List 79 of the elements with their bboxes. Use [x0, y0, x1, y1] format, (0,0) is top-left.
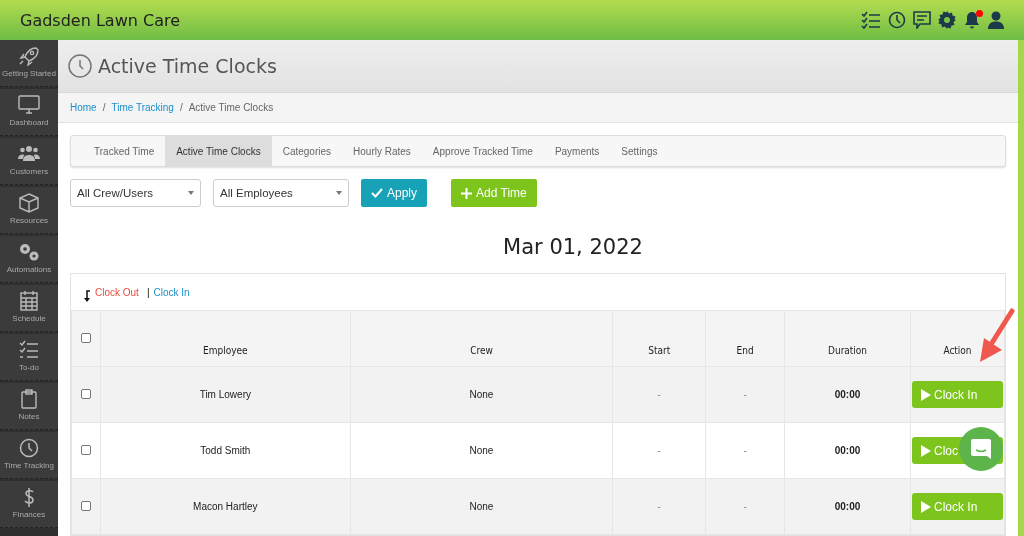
- breadcrumb-link[interactable]: Time Tracking: [111, 101, 174, 113]
- table-cell: None: [469, 445, 494, 456]
- clock-in-link[interactable]: Clock In: [153, 286, 190, 298]
- check-icon: [371, 188, 383, 198]
- bell-icon[interactable]: [963, 11, 981, 29]
- sidebar-item[interactable]: Notes: [0, 383, 58, 430]
- checkbox[interactable]: [81, 388, 91, 399]
- table-cell: -: [743, 389, 747, 400]
- breadcrumb-link[interactable]: Home: [70, 101, 97, 113]
- sidebar-item[interactable]: Getting Started: [0, 40, 58, 87]
- table-cell: Macon Hartley: [193, 501, 258, 512]
- table-cell: -: [657, 501, 661, 512]
- sidebar-item[interactable]: Schedule: [0, 285, 58, 332]
- clock-icon[interactable]: [888, 11, 906, 29]
- users-icon: [18, 143, 40, 164]
- rocket-icon: [18, 45, 40, 66]
- table-cell: 00:00: [834, 501, 861, 512]
- clock-out-link[interactable]: Clock Out: [95, 286, 139, 298]
- app-title: Gadsden Lawn Care: [20, 10, 180, 30]
- sidebar-item[interactable]: Automations: [0, 236, 58, 283]
- tab[interactable]: Approve Tracked Time: [421, 136, 544, 166]
- tab[interactable]: Tracked Time: [83, 136, 166, 166]
- breadcrumb-separator: /: [179, 101, 183, 113]
- tab[interactable]: Active Time Clocks: [165, 136, 272, 166]
- column-header: Action: [943, 345, 972, 356]
- table-cell: None: [469, 501, 494, 512]
- table-cell: Tim Lowery: [199, 389, 251, 400]
- table-cell: -: [743, 501, 747, 512]
- sidebar-item[interactable]: Resources: [0, 187, 58, 234]
- tab[interactable]: Hourly Rates: [342, 136, 422, 166]
- tab[interactable]: Payments: [543, 136, 611, 166]
- tab[interactable]: Settings: [610, 136, 669, 166]
- separator: |: [146, 286, 150, 298]
- clock-icon: [68, 53, 92, 78]
- table-cell: None: [469, 389, 494, 400]
- sidebar-item[interactable]: Dashboard: [0, 89, 58, 136]
- page-title: Active Time Clocks: [98, 54, 277, 77]
- calendar-icon: [18, 290, 40, 311]
- table-cell: Todd Smith: [200, 445, 251, 456]
- apply-button[interactable]: Apply: [361, 179, 428, 207]
- checklist-icon: [18, 339, 40, 360]
- crew-dropdown[interactable]: All Crew/Users: [70, 179, 201, 207]
- column-header: Crew: [470, 345, 493, 356]
- checkbox[interactable]: [81, 444, 91, 455]
- employee-dropdown[interactable]: All Employees: [213, 179, 349, 207]
- sidebar-item[interactable]: Customers: [0, 138, 58, 185]
- column-header: End: [736, 345, 754, 356]
- table-cell: -: [657, 445, 661, 456]
- settings-icon[interactable]: [938, 11, 956, 29]
- table-cell: -: [743, 445, 747, 456]
- chat-icon[interactable]: [913, 11, 931, 29]
- cube-icon: [18, 192, 40, 213]
- checklist-icon[interactable]: [861, 11, 881, 29]
- monitor-icon: [18, 94, 40, 115]
- table-cell: 00:00: [834, 389, 861, 400]
- column-header: Duration: [828, 345, 868, 356]
- sidebar-item[interactable]: Time Tracking: [0, 432, 58, 479]
- table-cell: -: [657, 389, 661, 400]
- column-header: Employee: [203, 345, 248, 356]
- sidebar-item[interactable]: To-do: [0, 334, 58, 381]
- play-icon: [921, 388, 931, 401]
- clock-icon: [18, 437, 40, 458]
- table-cell: 00:00: [834, 445, 861, 456]
- column-header: Start: [648, 345, 671, 356]
- date-heading: Mar 01, 2022: [502, 235, 644, 259]
- checkbox[interactable]: [81, 332, 91, 343]
- play-icon: [921, 444, 931, 457]
- checkbox[interactable]: [81, 500, 91, 511]
- plus-icon: [461, 187, 473, 199]
- breadcrumb-current: Active Time Clocks: [188, 101, 274, 113]
- corner-arrow-icon: [83, 290, 91, 302]
- chat-icon: [971, 439, 991, 459]
- sidebar-item[interactable]: Finances: [0, 481, 58, 528]
- gears-icon: [18, 241, 40, 262]
- clipboard-icon: [18, 388, 40, 409]
- breadcrumb-separator: /: [102, 101, 106, 113]
- tab[interactable]: Categories: [271, 136, 343, 166]
- user-icon[interactable]: [988, 11, 1004, 29]
- play-icon: [921, 500, 931, 513]
